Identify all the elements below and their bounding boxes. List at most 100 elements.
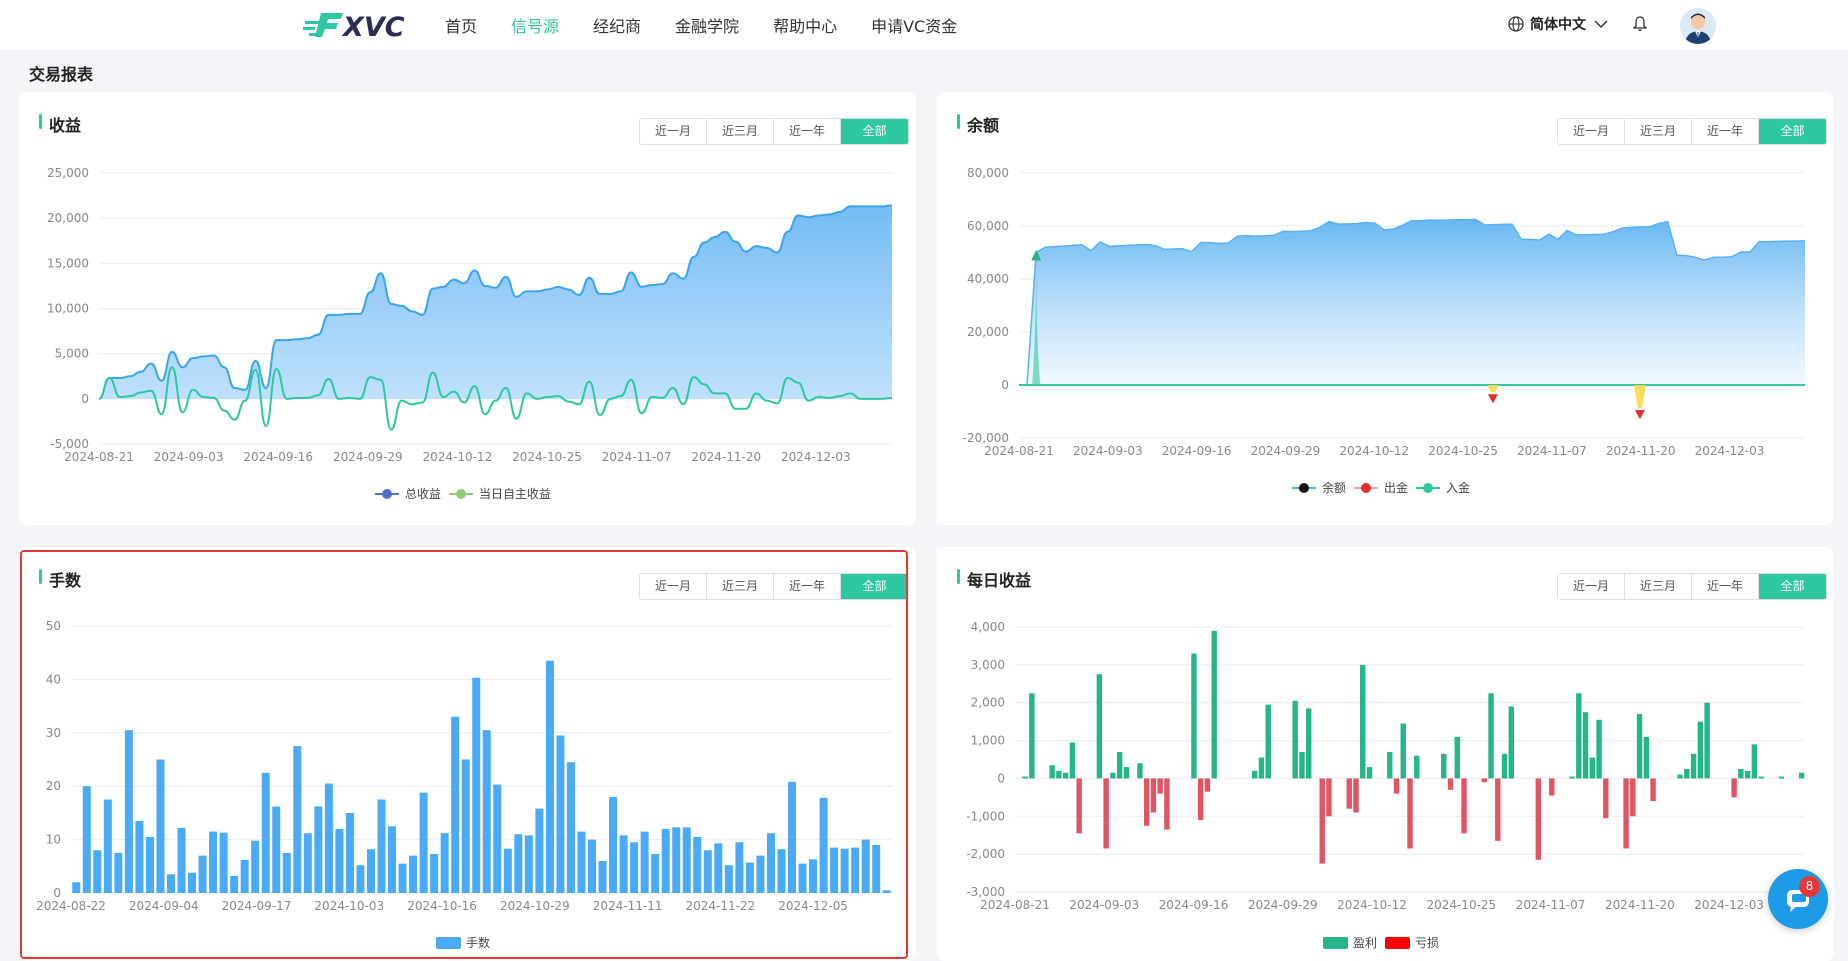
x-tick-label: 2024-11-11 — [593, 899, 663, 913]
profit-bar — [1116, 751, 1123, 779]
lots-bar — [724, 865, 733, 893]
y-tick-label: 40,000 — [967, 272, 1009, 286]
nav-item-0[interactable]: 首页 — [445, 13, 477, 37]
x-tick-label: 2024-11-20 — [1605, 898, 1675, 912]
lots-bar — [788, 781, 797, 893]
lots-bar — [209, 831, 218, 893]
loss-bar — [1393, 778, 1400, 794]
legend-label: 手数 — [466, 935, 490, 950]
lots-bar — [535, 808, 544, 893]
lots-chart: 50 40 30 20 10 02024-08-22 2024-09-04 2024-09-1… — [36, 619, 892, 950]
nav-item-3[interactable]: 金融学院 — [675, 13, 739, 37]
profit-bar — [1252, 770, 1258, 779]
x-tick-label: 2024-11-20 — [691, 450, 761, 464]
profit-bar — [1744, 770, 1751, 779]
withdraw-spike — [1633, 385, 1646, 409]
nav-item-4[interactable]: 帮助中心 — [773, 13, 837, 37]
top-navbar: XVC 首页 信号源 经纪商 金融学院 帮助中心 申请VC资金 简体中文 — [0, 0, 1848, 50]
lots-bar — [219, 832, 228, 893]
lots-bar — [861, 839, 870, 893]
lots-bar — [388, 826, 397, 893]
lots-bar — [145, 836, 154, 893]
lots-bar — [703, 850, 712, 893]
profit-bar — [1508, 706, 1514, 779]
y-tick-label: 15,000 — [47, 256, 89, 270]
lots-bar — [440, 833, 449, 893]
lots-bar — [293, 746, 302, 893]
lots-bar — [345, 812, 354, 893]
loss-bar — [1103, 778, 1109, 849]
lots-bar — [188, 872, 197, 893]
loss-bar — [1481, 778, 1487, 783]
x-tick-label: 2024-09-04 — [129, 899, 199, 913]
legend-label: 盈利 — [1353, 936, 1377, 950]
x-tick-label: 2024-09-17 — [222, 899, 292, 913]
legend-swatch — [1361, 483, 1371, 493]
lots-bar — [251, 840, 260, 893]
lots-bar — [356, 865, 365, 893]
lots-bar — [314, 806, 323, 893]
loss-bar — [1623, 778, 1629, 849]
profit-bar — [1582, 712, 1589, 779]
x-tick-label: 2024-11-07 — [1516, 898, 1586, 912]
legend-label: 当日自主收益 — [479, 487, 551, 501]
loss-bar — [1076, 778, 1082, 834]
y-tick-label: -20,000 — [963, 431, 1009, 445]
nav-item-1[interactable]: 信号源 — [511, 13, 559, 37]
page-title: 交易报表 — [29, 65, 94, 84]
nav-item-2[interactable]: 经纪商 — [593, 13, 641, 37]
lots-bar — [93, 850, 102, 893]
x-tick-label: 2024-09-16 — [243, 450, 313, 464]
profit-bar — [1299, 751, 1305, 779]
y-tick-label: -1,000 — [966, 809, 1005, 823]
x-tick-label: 2024-12-03 — [1694, 898, 1764, 912]
y-tick-label: -5,000 — [50, 437, 89, 451]
y-tick-label: 0 — [1001, 378, 1009, 392]
profit-bar — [1211, 630, 1217, 779]
profit-bar — [1643, 736, 1650, 779]
profit-bar — [1758, 776, 1764, 779]
fxvc-logo[interactable]: XVC — [303, 9, 423, 41]
card-daily-profit: 每日收益 近一月 近三月 近一年 全部 4,000 3,000 2,000 1,000 0 -1… — [937, 547, 1834, 961]
profit-bar — [1690, 753, 1697, 779]
lots-bar — [324, 783, 333, 893]
profit-bar — [1501, 753, 1508, 779]
legend-label: 入金 — [1446, 480, 1470, 495]
profit-bar — [1123, 767, 1130, 779]
profit-chart: 25,00020,00015,00010,0005,0000-5,0002024… — [47, 166, 893, 501]
legend-swatch — [382, 489, 392, 499]
profit-bar — [1110, 772, 1116, 779]
svg-text:XVC: XVC — [341, 12, 405, 41]
lots-bar — [756, 855, 765, 893]
x-tick-label: 2024-10-25 — [512, 450, 582, 464]
loss-bar — [1407, 778, 1413, 849]
x-tick-label: 2024-08-21 — [980, 898, 1050, 912]
daily-profit-chart: 4,0003,0002,0001,0000-1,000-2,000-3,0002… — [966, 620, 1805, 950]
lots-bar — [114, 852, 123, 893]
profit-bar — [1677, 774, 1683, 779]
chat-button[interactable] — [1768, 869, 1828, 929]
x-tick-label: 2024-09-29 — [1251, 444, 1321, 458]
withdraw-marker — [1634, 410, 1645, 420]
main-nav: 首页 信号源 经纪商 金融学院 帮助中心 申请VC资金 — [445, 0, 991, 50]
profit-bar — [1258, 757, 1265, 779]
loss-bar — [1204, 778, 1211, 792]
nav-item-5[interactable]: 申请VC资金 — [871, 13, 957, 37]
x-tick-label: 2024-12-03 — [1695, 444, 1765, 458]
loss-bar — [1319, 778, 1325, 864]
language-selector[interactable]: 简体中文 — [1508, 14, 1614, 34]
loss-bar — [1346, 778, 1352, 809]
user-avatar[interactable] — [1680, 8, 1716, 44]
lots-bar — [598, 860, 607, 893]
profit-bar — [1292, 700, 1298, 779]
profit-bar — [1069, 742, 1076, 779]
lots-bar — [777, 849, 786, 893]
chat-icon — [1787, 890, 1809, 912]
withdraw-spike — [1486, 385, 1499, 393]
lots-bar — [103, 799, 112, 893]
x-tick-label: 2024-10-25 — [1428, 444, 1498, 458]
profit-bar — [1360, 664, 1366, 779]
lots-bar — [545, 660, 554, 893]
bell-icon[interactable] — [1633, 16, 1647, 32]
lots-bar — [272, 806, 281, 893]
